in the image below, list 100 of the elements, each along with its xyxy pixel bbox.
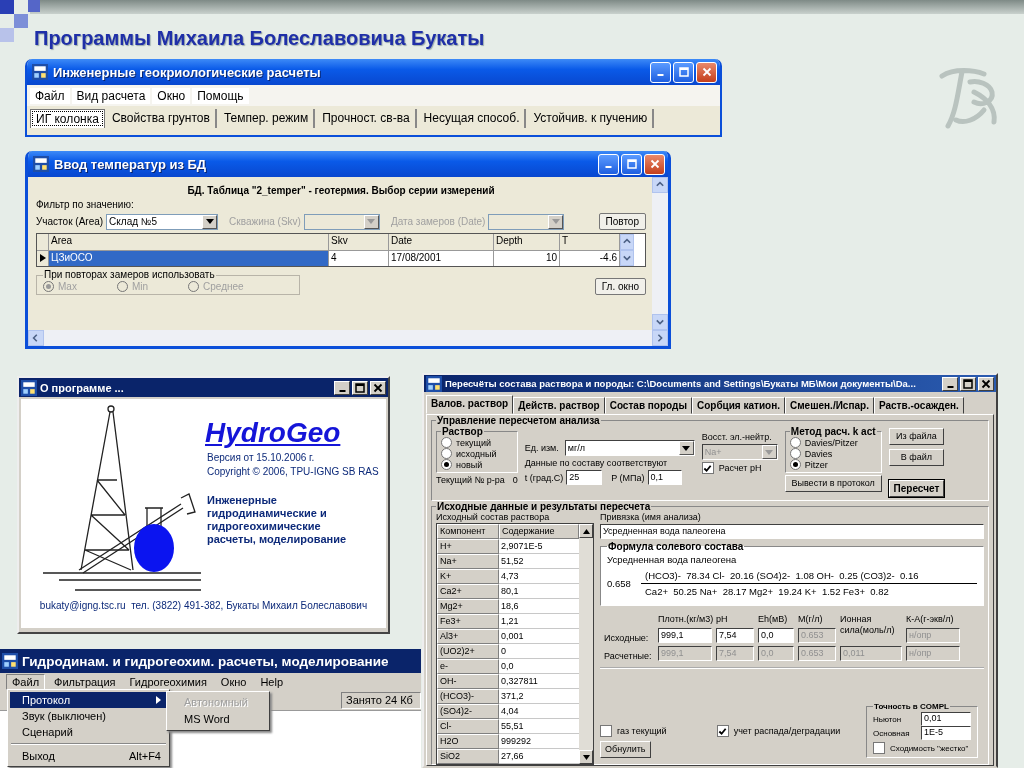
- heading: БД. Таблица "2_temper" - геотермия. Выбор серии измерений: [186, 184, 496, 196]
- input-field[interactable]: 25: [566, 470, 603, 485]
- row-label: Исходные:: [604, 633, 650, 643]
- menu-item[interactable]: Help: [255, 675, 289, 689]
- input-field[interactable]: 1E-5: [921, 726, 971, 740]
- field-label: Основная: [873, 728, 911, 738]
- maximize-button[interactable]: [960, 376, 976, 391]
- checkbox[interactable]: [873, 742, 885, 754]
- window-title: Ввод температур из БД: [54, 156, 208, 172]
- field-value: 0: [512, 475, 518, 485]
- table-cell: 10: [494, 250, 560, 266]
- column-header: M(г/л): [798, 614, 824, 625]
- column-header: Плотн.(кг/м3): [658, 614, 712, 625]
- close-icon: [649, 159, 660, 169]
- table-corner: [37, 234, 49, 251]
- menu-item[interactable]: Звук (выключен): [10, 708, 167, 724]
- table-cell: (SO4)2-: [437, 704, 499, 719]
- export-button[interactable]: Вывести в протокол: [784, 475, 882, 492]
- input-field[interactable]: Усредненная вода палеогена: [600, 524, 984, 539]
- reset-button[interactable]: Обнулить: [600, 741, 651, 758]
- input-field[interactable]: 0,0: [758, 628, 794, 643]
- field-label: Данные по составу соответствуют: [524, 458, 669, 468]
- table-cell: 80,1: [499, 584, 579, 599]
- radio-button[interactable]: [441, 448, 452, 459]
- window-title: О программе ...: [40, 381, 125, 394]
- radio-label: Min: [131, 281, 149, 292]
- tab[interactable]: Действ. раствор: [513, 397, 605, 414]
- input-field[interactable]: 999,1: [658, 628, 712, 643]
- button[interactable]: Пересчет: [888, 480, 945, 497]
- menu-item[interactable]: Гидрогеохимия: [124, 675, 212, 689]
- field-label: Привязка (имя анализа): [600, 512, 702, 522]
- up-arrow-icon: [582, 528, 590, 534]
- tab[interactable]: Смешен./Испар.: [785, 397, 874, 414]
- dropdown[interactable]: Склад №5: [106, 213, 219, 230]
- dropdown[interactable]: мг/л: [564, 440, 695, 456]
- menu-item[interactable]: Окно: [215, 675, 252, 689]
- scroll-left-button[interactable]: [28, 330, 44, 346]
- menu-item[interactable]: Окно: [152, 87, 191, 104]
- table-cell: 371,2: [499, 689, 579, 704]
- minimize-button[interactable]: [334, 380, 350, 395]
- table-cell: 55,51: [499, 719, 579, 734]
- menu-item[interactable]: Фильтрация: [49, 675, 121, 689]
- group-title: Формула солевого состава: [607, 541, 745, 552]
- field-label: Дата замеров (Date): [390, 216, 486, 227]
- maximize-icon: [355, 382, 365, 393]
- app-icon: [426, 375, 442, 392]
- input-field[interactable]: 7,54: [716, 628, 754, 643]
- group-title: Исходные данные и результаты пересчета: [437, 501, 651, 512]
- minimize-icon: [338, 389, 346, 392]
- window-title: Гидродинам. и гидрогеохим. расчеты, моделирование: [22, 653, 389, 669]
- input-field[interactable]: 0,01: [921, 712, 971, 726]
- main-window-button[interactable]: Гл. окно: [594, 278, 646, 295]
- menu-item[interactable]: Помощь: [192, 87, 249, 104]
- tab[interactable]: Раств.-осажден.: [873, 397, 964, 414]
- radio-button[interactable]: [441, 437, 452, 448]
- button[interactable]: В файл: [888, 449, 945, 466]
- menu-item[interactable]: Выход Alt+F4: [10, 748, 167, 764]
- column-header: T: [560, 234, 620, 251]
- maximize-button[interactable]: [352, 380, 368, 395]
- input-field[interactable]: 0,1: [647, 470, 682, 485]
- close-icon: [981, 378, 991, 389]
- tab[interactable]: Сорбция катион.: [691, 397, 785, 414]
- repeat-button[interactable]: Повтор: [598, 213, 646, 230]
- checkbox[interactable]: [716, 725, 729, 737]
- column-header: Area: [49, 234, 329, 251]
- radio-button[interactable]: [789, 448, 801, 459]
- scroll-right-button[interactable]: [652, 330, 668, 346]
- table-cell: Ca2+: [437, 584, 499, 599]
- column-header: Date: [389, 234, 494, 251]
- horizontal-scrollbar[interactable]: [28, 330, 668, 346]
- table-cell: 4: [329, 250, 389, 266]
- minimize-button[interactable]: [942, 376, 958, 391]
- radio-button[interactable]: [441, 459, 452, 470]
- table-cell: OH-: [437, 674, 499, 689]
- tab[interactable]: Валов. раствор: [426, 395, 514, 414]
- close-button[interactable]: [978, 376, 994, 391]
- close-icon: [701, 67, 712, 77]
- column-header: Eh(мВ): [758, 614, 789, 625]
- checkbox[interactable]: [600, 725, 612, 737]
- app-icon: [2, 653, 18, 669]
- menu-item[interactable]: Протокол: [10, 692, 167, 708]
- tab[interactable]: ИГ колонка: [30, 109, 105, 128]
- field-label: Ед. изм.: [524, 443, 559, 453]
- table-cell: 0: [499, 644, 579, 659]
- checkbox-label: Расчет pH: [718, 463, 762, 473]
- button[interactable]: Из файла: [888, 428, 945, 445]
- maximize-icon: [626, 159, 637, 169]
- radio-button[interactable]: [789, 437, 801, 448]
- checkbox[interactable]: [701, 462, 714, 474]
- table-cell: 999292: [499, 734, 579, 749]
- menu-item[interactable]: Сценарий: [10, 724, 167, 740]
- column-header: Depth: [494, 234, 560, 251]
- close-button[interactable]: [370, 380, 386, 395]
- menu-item[interactable]: Вид расчета: [71, 87, 151, 104]
- checkbox-label: учет распада/деградации: [733, 726, 841, 736]
- menu-item[interactable]: MS Word: [169, 711, 267, 728]
- menu-item[interactable]: Файл: [30, 87, 70, 104]
- row-label: Расчетные:: [604, 651, 653, 661]
- tab[interactable]: Состав породы: [604, 397, 692, 414]
- radio-button[interactable]: [789, 459, 801, 470]
